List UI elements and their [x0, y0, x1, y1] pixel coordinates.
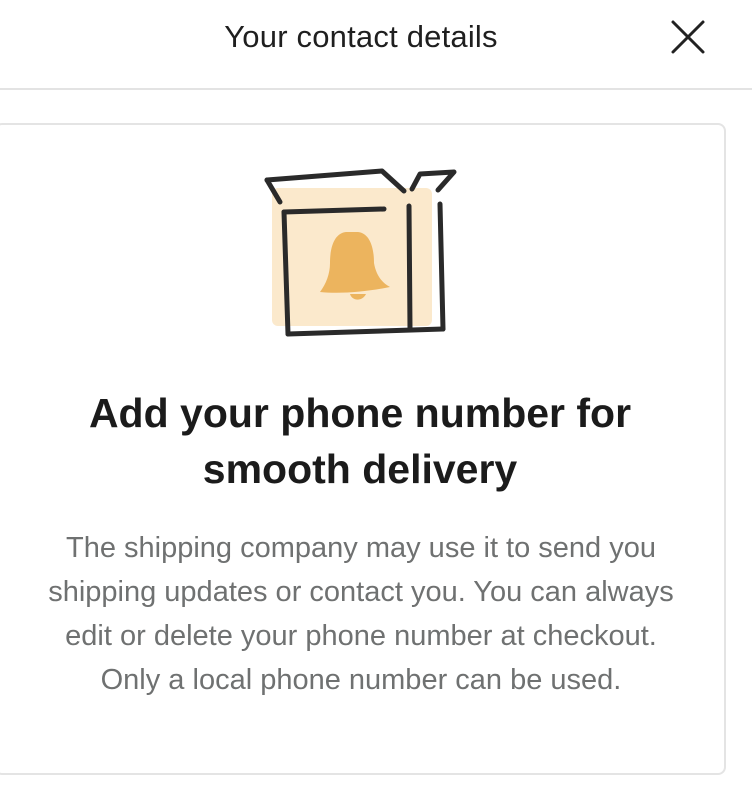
close-button[interactable]	[666, 15, 710, 59]
contact-details-dialog: Your contact details Add your phone numb…	[0, 0, 752, 802]
dialog-title: Your contact details	[224, 19, 498, 54]
close-icon	[671, 20, 705, 54]
box-with-bell-icon	[264, 168, 457, 337]
dialog-header: Your contact details	[0, 0, 752, 90]
card-description: The shipping company may use it to send …	[48, 532, 674, 696]
card-title: Add your phone number for smooth deliver…	[88, 390, 632, 492]
